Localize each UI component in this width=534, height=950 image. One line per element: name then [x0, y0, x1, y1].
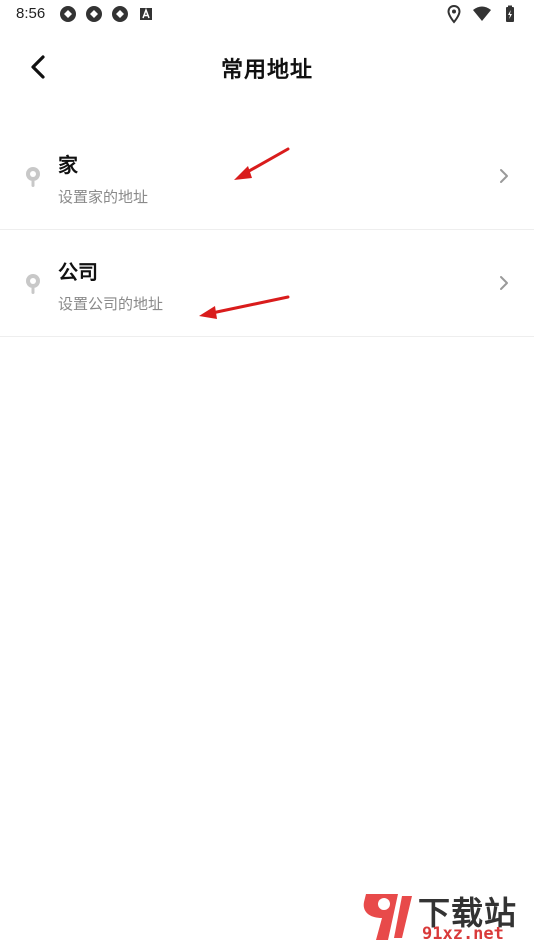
sync-icon	[86, 6, 102, 22]
watermark-domain: 91xz.net	[422, 924, 504, 944]
sync-icon	[112, 6, 128, 22]
location-icon	[447, 4, 461, 24]
location-pin-icon	[26, 167, 40, 187]
header: 常用地址	[0, 40, 534, 96]
address-title: 家	[58, 153, 78, 177]
chevron-right-icon	[500, 169, 508, 183]
status-time: 8:56	[16, 5, 46, 22]
address-subtitle: 设置家的地址	[58, 188, 149, 206]
battery-charging-icon	[506, 5, 514, 22]
status-icons-right	[444, 4, 520, 24]
address-subtitle: 设置公司的地址	[58, 295, 164, 313]
address-item-company[interactable]: 公司 设置公司的地址	[0, 230, 534, 337]
sync-icon	[60, 6, 76, 22]
a-badge-icon	[140, 7, 152, 20]
address-title: 公司	[58, 260, 98, 284]
status-bar: 8:56	[0, 0, 534, 28]
status-icons-left	[58, 4, 156, 24]
address-list: 家 设置家的地址 公司 设置公司的地址	[0, 123, 534, 337]
page-title: 常用地址	[220, 58, 313, 83]
chevron-right-icon	[500, 276, 508, 290]
watermark: 下载站 91xz.net	[358, 886, 528, 946]
address-item-home[interactable]: 家 设置家的地址	[0, 123, 534, 230]
watermark-logo-icon	[363, 894, 412, 940]
wifi-icon	[473, 6, 491, 21]
location-pin-icon	[26, 274, 40, 294]
